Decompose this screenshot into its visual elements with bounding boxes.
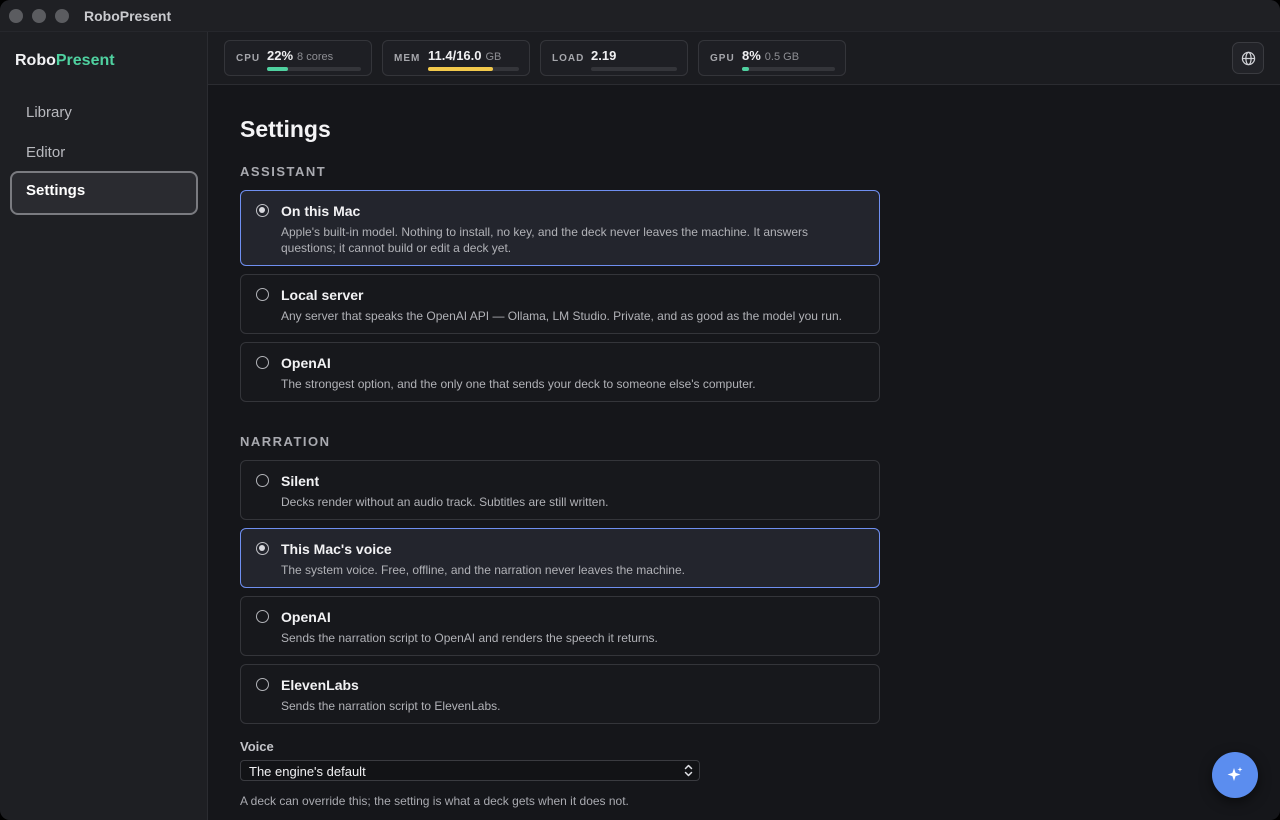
brand-part-robo: Robo xyxy=(15,52,56,69)
cpu-meter xyxy=(267,67,361,71)
load-meter xyxy=(591,67,677,71)
system-stats-bar: CPU 22% 8 cores MEM 11.4/16.0 GB LOAD 2.19… xyxy=(208,32,1280,85)
narration-option-elevenlabs[interactable]: ElevenLabs Sends the narration script to… xyxy=(240,664,880,724)
radio-button[interactable] xyxy=(256,678,269,691)
minimize-window-button[interactable] xyxy=(32,9,46,23)
brand-part-present: Present xyxy=(55,52,115,69)
app-window: RoboPresent RoboPresent Library Editor S… xyxy=(0,0,1280,820)
voice-hint: A deck can override this; the setting is… xyxy=(240,794,629,808)
assistant-section-title: ASSISTANT xyxy=(240,164,327,179)
option-description: Decks render without an audio track. Sub… xyxy=(281,495,609,509)
language-button[interactable] xyxy=(1232,42,1264,74)
sparkle-icon xyxy=(1227,767,1243,781)
radio-button[interactable] xyxy=(256,204,269,217)
chevron-up-down-icon xyxy=(684,764,693,777)
option-description: Apple's built-in model. Nothing to insta… xyxy=(281,225,809,255)
voice-label: Voice xyxy=(240,739,274,754)
sidebar-item-settings[interactable]: Settings xyxy=(10,171,198,215)
option-description: Sends the narration script to ElevenLabs… xyxy=(281,699,501,713)
radio-button[interactable] xyxy=(256,610,269,623)
assistant-option-local-server[interactable]: Local server Any server that speaks the … xyxy=(240,274,880,334)
option-description: The system voice. Free, offline, and the… xyxy=(281,563,685,577)
gpu-stat: GPU 8% 0.5 GB xyxy=(698,40,846,76)
sidebar-item-editor[interactable]: Editor xyxy=(10,131,198,171)
load-stat: LOAD 2.19 xyxy=(540,40,688,76)
mem-value: 11.4/16.0 GB xyxy=(428,48,502,63)
option-description: Sends the narration script to OpenAI and… xyxy=(281,631,658,645)
zoom-window-button[interactable] xyxy=(55,9,69,23)
voice-select-value: The engine's default xyxy=(249,764,366,779)
assistant-fab-button[interactable] xyxy=(1212,752,1258,798)
gpu-meter xyxy=(742,67,835,71)
mem-stat: MEM 11.4/16.0 GB xyxy=(382,40,530,76)
voice-select[interactable]: The engine's default xyxy=(240,760,700,781)
load-label: LOAD xyxy=(552,53,585,64)
page-title: Settings xyxy=(240,116,331,142)
load-value: 2.19 xyxy=(591,48,617,63)
option-description: The strongest option, and the only one t… xyxy=(281,377,756,391)
sidebar-item-library[interactable]: Library xyxy=(10,91,198,131)
sidebar-nav: Library Editor Settings xyxy=(10,91,198,215)
close-window-button[interactable] xyxy=(9,9,23,23)
globe-icon xyxy=(1241,51,1255,65)
radio-button[interactable] xyxy=(256,288,269,301)
option-title: Local server xyxy=(281,287,364,303)
sidebar: RoboPresent Library Editor Settings xyxy=(0,32,208,820)
narration-option-silent[interactable]: Silent Decks render without an audio tra… xyxy=(240,460,880,520)
window-title: RoboPresent xyxy=(84,8,172,24)
radio-button[interactable] xyxy=(256,542,269,555)
narration-section-title: NARRATION xyxy=(240,434,331,449)
option-title: Silent xyxy=(281,473,320,489)
gpu-value: 8% 0.5 GB xyxy=(742,48,800,63)
narration-option-openai[interactable]: OpenAI Sends the narration script to Ope… xyxy=(240,596,880,656)
assistant-option-on-this-mac[interactable]: On this Mac Apple's built-in model. Noth… xyxy=(240,190,880,266)
cpu-stat: CPU 22% 8 cores xyxy=(224,40,372,76)
option-title: OpenAI xyxy=(281,609,331,625)
settings-panel: Settings ASSISTANT On this Mac Apple's b… xyxy=(208,85,1280,820)
option-title: On this Mac xyxy=(281,203,361,219)
cpu-value: 22% 8 cores xyxy=(267,48,334,63)
assistant-option-openai[interactable]: OpenAI The strongest option, and the onl… xyxy=(240,342,880,402)
radio-button[interactable] xyxy=(256,356,269,369)
option-title: OpenAI xyxy=(281,355,331,371)
gpu-label: GPU xyxy=(710,53,735,64)
option-description: Any server that speaks the OpenAI API — … xyxy=(281,309,842,323)
option-title: This Mac's voice xyxy=(281,541,392,557)
option-title: ElevenLabs xyxy=(281,677,359,693)
brand-logo: RoboPresent xyxy=(15,52,115,70)
title-bar: RoboPresent xyxy=(0,0,1280,32)
radio-button[interactable] xyxy=(256,474,269,487)
cpu-label: CPU xyxy=(236,53,261,64)
mem-meter xyxy=(428,67,519,71)
narration-option-mac-voice[interactable]: This Mac's voice The system voice. Free,… xyxy=(240,528,880,588)
mem-label: MEM xyxy=(394,53,421,64)
